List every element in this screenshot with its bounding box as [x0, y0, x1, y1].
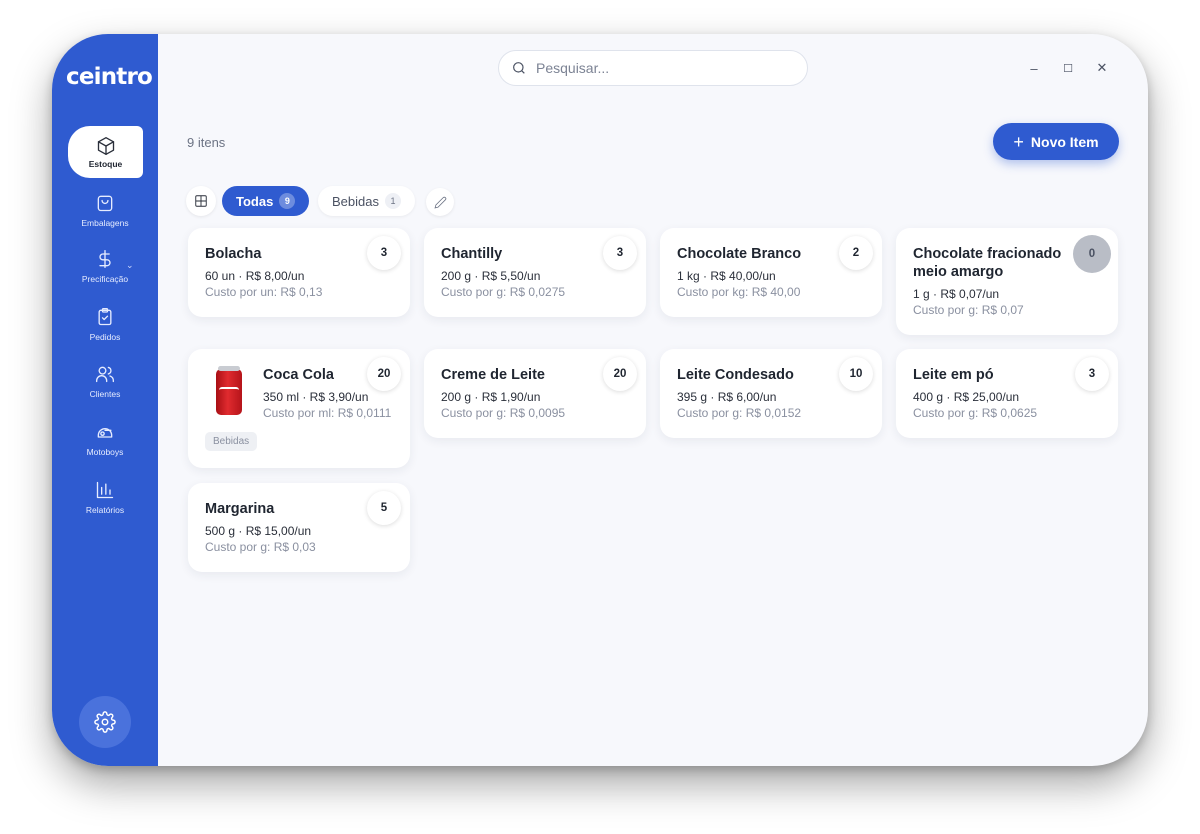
item-name: Margarina	[205, 501, 275, 517]
category-tag: Bebidas	[205, 432, 258, 451]
quantity-badge: 10	[839, 357, 873, 391]
quantity-badge: 20	[603, 357, 637, 391]
dollar-icon	[94, 248, 116, 270]
item-name: Leite em pó	[913, 367, 994, 383]
item-card-creme-de-leite[interactable]: Creme de Leite 200 g · R$ 1,90/un Custo …	[424, 349, 646, 438]
item-price: 400 g · R$ 25,00/un	[913, 390, 1020, 404]
filter-count-badge: 1	[384, 193, 401, 209]
item-name: Chocolate Branco	[677, 246, 802, 262]
filter-todas[interactable]: Todas 9	[222, 186, 310, 216]
quantity-badge: 3	[603, 236, 637, 270]
sidebar-item-pedidos[interactable]: Pedidos	[52, 306, 158, 342]
sidebar-item-relatorios[interactable]: Relatórios	[52, 479, 158, 515]
helmet-icon	[94, 421, 116, 443]
edit-filters-button[interactable]	[426, 188, 454, 216]
sidebar-item-label: Motoboys	[86, 447, 124, 457]
app-window: ceintro Estoque Embalagens Precificação …	[52, 34, 1148, 766]
item-price: 1 kg · R$ 40,00/un	[677, 269, 776, 283]
quantity-badge: 0	[1073, 235, 1111, 273]
item-count: 9 itens	[187, 135, 226, 150]
product-image	[216, 366, 242, 415]
item-card-leite-em-po[interactable]: Leite em pó 400 g · R$ 25,00/un Custo po…	[896, 349, 1118, 438]
item-card-chantilly[interactable]: Chantilly 200 g · R$ 5,50/un Custo por g…	[424, 228, 646, 317]
sidebar-item-motoboys[interactable]: Motoboys	[52, 421, 158, 457]
item-unit-cost: Custo por ml: R$ 0,0111	[263, 406, 392, 420]
item-card-coca-cola[interactable]: Coca Cola 350 ml · R$ 3,90/un Custo por …	[188, 349, 410, 468]
sidebar-item-label: Precificação	[81, 274, 129, 284]
sidebar-item-embalagens[interactable]: Embalagens	[52, 192, 158, 228]
item-price: 200 g · R$ 5,50/un	[441, 269, 541, 283]
sidebar-item-precificacao[interactable]: Precificação	[52, 248, 158, 284]
sidebar-item-label: Pedidos	[89, 332, 121, 342]
item-unit-cost: Custo por g: R$ 0,03	[205, 540, 316, 554]
item-name: Chocolate fracionado meio amargo	[913, 246, 1062, 280]
bag-icon	[94, 192, 116, 214]
item-price: 500 g · R$ 15,00/un	[205, 524, 312, 538]
search-icon	[511, 60, 527, 76]
quantity-badge: 20	[367, 357, 401, 391]
sidebar-item-label: Embalagens	[81, 218, 129, 228]
item-card-chocolate-fracionado[interactable]: Chocolate fracionado meio amargo 1 g · R…	[896, 228, 1118, 335]
sidebar-item-label: Relatórios	[85, 505, 125, 515]
pencil-icon	[434, 196, 447, 209]
filter-label: Bebidas	[332, 193, 379, 209]
maximize-button[interactable]: ☐	[1060, 60, 1076, 76]
sidebar: ceintro Estoque Embalagens Precificação …	[52, 34, 158, 766]
item-name: Creme de Leite	[441, 367, 545, 383]
chevron-down-icon[interactable]: ⌄	[126, 260, 134, 271]
grid-view-button[interactable]	[186, 186, 216, 216]
app-logo: ceintro	[66, 64, 153, 90]
filter-bebidas[interactable]: Bebidas 1	[318, 186, 415, 216]
users-icon	[94, 363, 116, 385]
sidebar-item-label: Estoque	[88, 159, 123, 169]
grid-icon	[194, 194, 208, 208]
quantity-badge: 3	[1075, 357, 1109, 391]
sidebar-item-label: Clientes	[89, 389, 121, 399]
new-item-label: Novo Item	[1030, 133, 1099, 150]
sidebar-item-clientes[interactable]: Clientes	[52, 363, 158, 399]
item-unit-cost: Custo por g: R$ 0,07	[913, 303, 1024, 317]
item-card-margarina[interactable]: Margarina 500 g · R$ 15,00/un Custo por …	[188, 483, 410, 572]
sidebar-item-estoque[interactable]: Estoque	[68, 126, 143, 178]
quantity-badge: 2	[839, 236, 873, 270]
item-unit-cost: Custo por un: R$ 0,13	[205, 285, 323, 299]
minimize-button[interactable]: –	[1026, 60, 1042, 76]
item-name: Bolacha	[205, 246, 262, 262]
item-price: 60 un · R$ 8,00/un	[205, 269, 305, 283]
item-unit-cost: Custo por kg: R$ 40,00	[677, 285, 801, 299]
quantity-badge: 3	[367, 236, 401, 270]
clipboard-icon	[94, 306, 116, 328]
bar-chart-icon	[94, 479, 116, 501]
item-name: Chantilly	[441, 246, 503, 262]
box-icon	[95, 135, 117, 157]
item-price: 200 g · R$ 1,90/un	[441, 390, 541, 404]
settings-button[interactable]	[79, 696, 131, 748]
item-price: 395 g · R$ 6,00/un	[677, 390, 777, 404]
plus-icon: +	[1013, 131, 1024, 152]
item-price: 350 ml · R$ 3,90/un	[263, 390, 369, 404]
item-unit-cost: Custo por g: R$ 0,0625	[913, 406, 1038, 420]
item-card-bolacha[interactable]: Bolacha 60 un · R$ 8,00/un Custo por un:…	[188, 228, 410, 317]
item-card-leite-condesado[interactable]: Leite Condesado 395 g · R$ 6,00/un Custo…	[660, 349, 882, 438]
search-placeholder: Pesquisar...	[536, 60, 610, 76]
item-unit-cost: Custo por g: R$ 0,0095	[441, 406, 566, 420]
search-input[interactable]: Pesquisar...	[498, 50, 808, 86]
item-name: Leite Condesado	[677, 367, 794, 383]
filter-label: Todas	[236, 193, 274, 209]
item-unit-cost: Custo por g: R$ 0,0275	[441, 285, 566, 299]
filter-count-badge: 9	[279, 193, 296, 209]
gear-icon	[94, 711, 116, 733]
item-unit-cost: Custo por g: R$ 0,0152	[677, 406, 802, 420]
close-button[interactable]: ✕	[1094, 60, 1110, 76]
item-card-chocolate-branco[interactable]: Chocolate Branco 1 kg · R$ 40,00/un Cust…	[660, 228, 882, 317]
quantity-badge: 5	[367, 491, 401, 525]
item-price: 1 g · R$ 0,07/un	[913, 287, 1000, 301]
new-item-button[interactable]: + Novo Item	[993, 123, 1119, 160]
